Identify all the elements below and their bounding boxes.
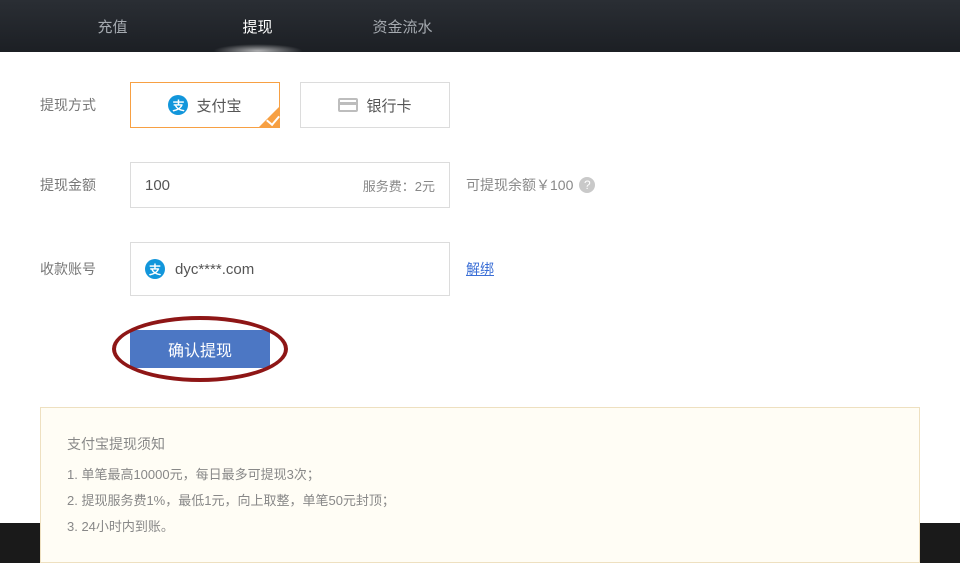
available-balance: 可提现余额￥100 ? — [466, 175, 595, 195]
notice-box: 支付宝提现须知 1. 单笔最高10000元，每日最多可提现3次； 2. 提现服务… — [40, 407, 920, 563]
account-value: dyc****.com — [175, 261, 254, 278]
unbind-link[interactable]: 解绑 — [466, 259, 494, 279]
alipay-icon: 支 — [168, 95, 188, 115]
tab-withdraw-label: 提现 — [242, 16, 272, 37]
account-box: 支 dyc****.com — [130, 242, 450, 296]
notice-line-2: 2. 提现服务费1%，最低1元，向上取整，单笔50元封顶； — [67, 488, 893, 514]
method-bank[interactable]: 银行卡 — [300, 82, 450, 128]
tab-flow[interactable]: 资金流水 — [330, 0, 475, 52]
selected-corner-icon — [259, 107, 279, 127]
method-alipay-label: 支付宝 — [196, 95, 241, 116]
submit-row: 确认提现 — [130, 330, 920, 368]
balance-text: 可提现余额￥100 — [466, 175, 573, 195]
alipay-icon: 支 — [145, 259, 165, 279]
amount-input[interactable] — [145, 177, 363, 194]
notice-line-1: 1. 单笔最高10000元，每日最多可提现3次； — [67, 462, 893, 488]
withdraw-panel: 提现方式 支 支付宝 银行卡 提现金额 服务费：2元 可提现余额￥100 ? 收… — [0, 52, 960, 523]
method-options: 支 支付宝 银行卡 — [130, 82, 450, 128]
amount-box: 服务费：2元 — [130, 162, 450, 208]
help-icon[interactable]: ? — [579, 177, 595, 193]
label-account: 收款账号 — [40, 259, 130, 279]
notice-line-3: 3. 24小时内到账。 — [67, 514, 893, 540]
tab-withdraw[interactable]: 提现 — [185, 0, 330, 52]
tab-bar: 充值 提现 资金流水 — [0, 0, 960, 52]
label-method: 提现方式 — [40, 95, 130, 115]
row-amount: 提现金额 服务费：2元 可提现余额￥100 ? — [40, 162, 920, 208]
method-bank-label: 银行卡 — [366, 95, 411, 116]
row-account: 收款账号 支 dyc****.com 解绑 — [40, 242, 920, 296]
label-amount: 提现金额 — [40, 175, 130, 195]
method-alipay[interactable]: 支 支付宝 — [130, 82, 280, 128]
bank-card-icon — [338, 98, 358, 112]
notice-title: 支付宝提现须知 — [67, 430, 893, 458]
confirm-withdraw-button[interactable]: 确认提现 — [130, 330, 270, 368]
service-fee: 服务费：2元 — [363, 176, 435, 195]
tab-recharge[interactable]: 充值 — [40, 0, 185, 52]
row-method: 提现方式 支 支付宝 银行卡 — [40, 82, 920, 128]
